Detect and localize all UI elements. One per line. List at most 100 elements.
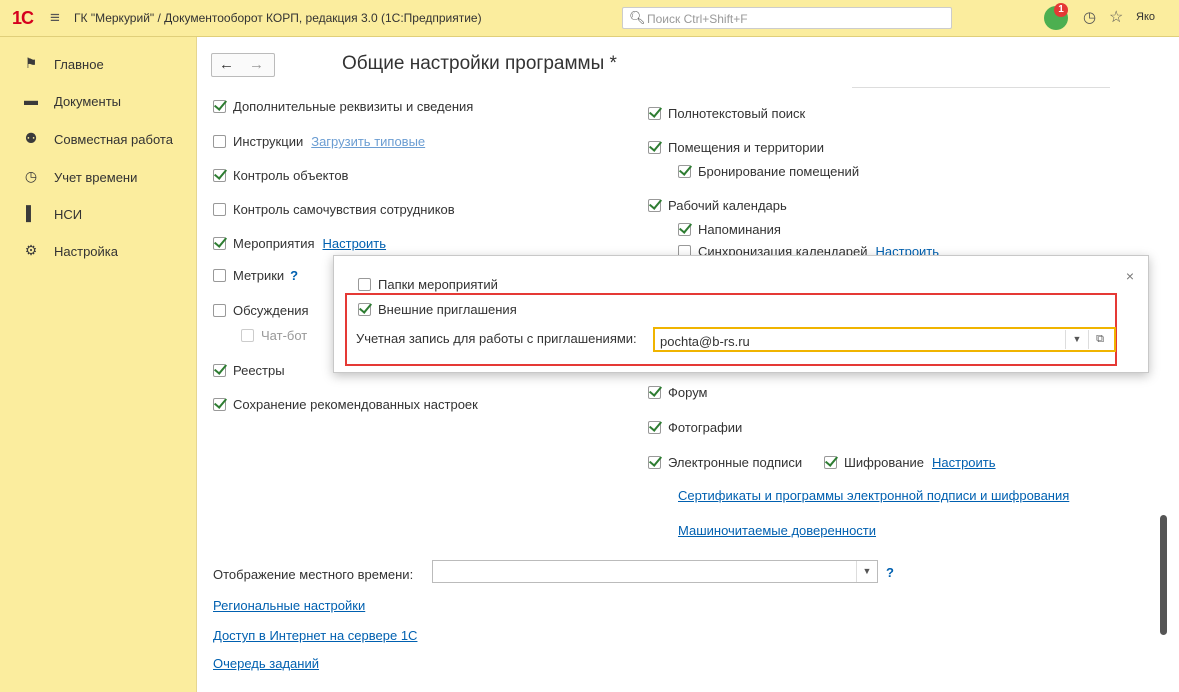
open-icon[interactable]: ⧉ [1088,330,1111,349]
checkbox[interactable] [648,456,661,470]
dropdown-arrow-icon[interactable]: ▼ [1065,330,1088,349]
checkbox[interactable] [648,141,661,155]
option-extra-details: Дополнительные реквизиты и сведения [213,98,473,116]
checkbox[interactable] [213,100,226,114]
history-icon[interactable]: ◷ [1083,8,1096,26]
checkbox[interactable] [648,386,661,400]
option-external-invites: Внешние приглашения [358,301,517,319]
checkbox[interactable] [213,269,226,283]
option-saved-settings: Сохранение рекомендованных настроек [213,396,478,414]
option-label: Метрики [233,268,285,284]
sidebar-item-main[interactable]: ⚑ Главное [0,50,196,78]
job-queue-link[interactable]: Очередь заданий [213,656,319,671]
help-icon[interactable]: ? [886,565,894,580]
option-fulltext-search: Полнотекстовый поиск [648,105,805,123]
flag-icon: ⚑ [24,55,38,71]
local-time-label: Отображение местного времени: [213,567,414,582]
option-label: Контроль объектов [233,168,349,184]
search-box[interactable]: 🔍︎ [622,7,952,29]
sidebar-item-label: Главное [54,57,104,72]
option-encryption: Шифрование Настроить [824,454,996,472]
sidebar-item-documents[interactable]: ▬ Документы [0,87,196,115]
checkbox[interactable] [648,421,661,435]
app-logo[interactable]: 1С [12,8,34,29]
encryption-settings-link[interactable]: Настроить [932,455,996,470]
sidebar-item-time-tracking[interactable]: ◷ Учет времени [0,163,196,191]
sidebar-item-reference[interactable]: ▌ НСИ [0,200,196,228]
checkbox[interactable] [648,199,661,213]
checkbox[interactable] [678,165,691,179]
scrollbar[interactable] [1160,515,1167,635]
dropdown-arrow-icon[interactable]: ▼ [856,561,877,582]
option-label: Чат-бот [261,328,308,344]
option-label: Реестры [233,363,285,379]
option-label: Бронирование помещений [698,164,860,180]
option-label: Полнотекстовый поиск [668,106,806,122]
option-booking: Бронирование помещений [678,163,859,181]
checkbox[interactable] [213,237,226,251]
regional-settings-link[interactable]: Региональные настройки [213,598,365,613]
forward-arrow-icon[interactable]: → [249,56,264,73]
option-label: Папки мероприятий [378,277,498,293]
option-events: Мероприятия Настроить [213,235,386,253]
option-label: Электронные подписи [668,455,803,471]
user-name[interactable]: Яко [1136,11,1155,23]
checkbox[interactable] [648,107,661,121]
option-forum: Форум [648,384,708,402]
load-default-link[interactable]: Загрузить типовые [311,134,425,149]
sidebar-item-label: НСИ [54,207,83,222]
option-label: Шифрование [844,455,924,471]
checkbox[interactable] [213,398,226,412]
checkbox[interactable] [358,278,371,292]
option-instructions: Инструкции Загрузить типовые [213,133,425,151]
checkbox[interactable] [678,223,691,237]
checkbox[interactable] [213,364,226,378]
account-field[interactable]: ▼ ⧉ [653,327,1116,352]
option-label: Внешние приглашения [378,302,517,318]
option-label: Мероприятия [233,236,315,252]
app-title: ГК "Меркурий" / Документооборот КОРП, ре… [74,11,482,25]
documents-icon: ▬ [24,92,38,108]
option-label: Сохранение рекомендованных настроек [233,397,478,413]
power-of-attorney-link[interactable]: Машиночитаемые доверенности [678,523,876,538]
option-label: Помещения и территории [668,140,825,156]
option-label: Фотографии [668,420,743,436]
account-input[interactable] [658,331,1062,351]
checkbox[interactable] [213,304,226,318]
sidebar-item-settings[interactable]: ⚙︎ Настройка [0,237,196,265]
checkbox[interactable] [213,135,226,149]
option-registers: Реестры [213,362,285,380]
option-label: Инструкции [233,134,304,150]
internet-access-link[interactable]: Доступ в Интернет на сервере 1С [213,628,417,643]
checkbox[interactable] [241,329,254,343]
menu-icon[interactable]: ≡ [50,8,60,28]
option-object-control: Контроль объектов [213,167,348,185]
option-label: Рабочий календарь [668,198,787,214]
help-icon[interactable]: ? [290,268,298,283]
gear-icon: ⚙︎ [24,242,38,258]
checkbox[interactable] [213,203,226,217]
sidebar-item-collaboration[interactable]: ⚉ Совместная работа [0,125,196,153]
local-time-select[interactable]: ▼ [432,560,878,583]
certificates-link[interactable]: Сертификаты и программы электронной подп… [678,488,1069,503]
sidebar-item-label: Учет времени [54,170,138,185]
option-label: Форум [668,385,708,401]
events-settings-link[interactable]: Настроить [323,236,387,251]
search-input[interactable] [645,9,939,29]
search-icon: 🔍︎ [629,10,646,25]
sidebar-item-label: Совместная работа [54,132,173,147]
back-arrow-icon[interactable]: ← [219,56,234,73]
notification-badge: 1 [1054,3,1068,17]
sidebar-item-label: Настройка [54,244,118,259]
favorites-icon[interactable]: ☆ [1109,7,1123,27]
option-esign: Электронные подписи [648,454,802,472]
option-premises: Помещения и территории [648,139,824,157]
sidebar-item-label: Документы [54,94,122,109]
close-icon[interactable]: × [1126,268,1134,284]
checkbox[interactable] [358,303,371,317]
checkbox[interactable] [213,169,226,183]
divider [852,87,1110,88]
checkbox[interactable] [824,456,837,470]
option-work-calendar: Рабочий календарь [648,197,787,215]
option-photos: Фотографии [648,419,742,437]
